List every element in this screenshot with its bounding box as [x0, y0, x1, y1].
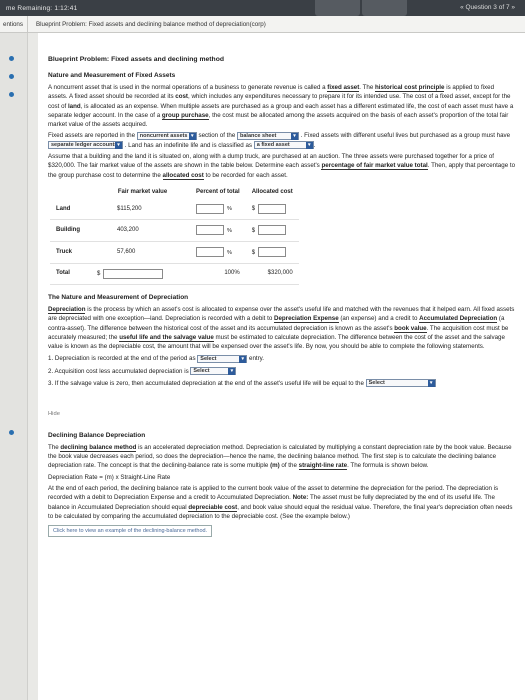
noncurrent-select[interactable]: noncurrent assets ▾: [136, 131, 197, 140]
hide-link[interactable]: Hide: [48, 410, 515, 419]
depreciation-section: The Nature and Measurement of Depreciati…: [48, 293, 515, 388]
table-row: Truck 57,600 % $: [50, 241, 299, 264]
sidebar-dot-icon[interactable]: [9, 430, 14, 435]
sub-bar: entions Blueprint Problem: Fixed assets …: [0, 16, 525, 33]
chevron-down-icon: ▾: [305, 142, 313, 150]
question-1: 1. Depreciation is recorded at the end o…: [48, 354, 265, 363]
q2-select[interactable]: Select ▾: [190, 367, 237, 376]
paragraph-declining: The declining balance method is an accel…: [48, 443, 512, 471]
section-heading-depreciation: The Nature and Measurement of Depreciati…: [48, 294, 189, 302]
land-allocated-input[interactable]: [258, 203, 287, 214]
total-fmv-input[interactable]: [103, 268, 164, 279]
timer: me Remaining: 1:12:41: [6, 4, 78, 12]
question-2: 2. Acquisition cost less accumulated dep…: [48, 367, 515, 376]
section-heading-declining: Declining Balance Depreciation: [48, 432, 146, 440]
separate-ledger-select[interactable]: separate ledger accounts ▾: [48, 141, 123, 150]
chevron-down-icon: ▾: [115, 142, 122, 150]
building-percent-input[interactable]: [196, 225, 224, 236]
col-fmv: Fair market value: [117, 188, 168, 195]
example-link[interactable]: Click here to view an example of the dec…: [48, 525, 213, 538]
chevron-down-icon: ▾: [291, 132, 298, 140]
chevron-down-icon: ▾: [239, 355, 247, 363]
section-heading-fixed-assets: Nature and Measurement of Fixed Assets: [48, 72, 176, 80]
paragraph-depreciation: Depreciation is the process by which an …: [48, 305, 515, 351]
top-tabs: [315, 0, 409, 16]
col-percent: Percent of total: [196, 188, 240, 195]
balance-sheet-select[interactable]: balance sheet ▾: [237, 131, 299, 140]
sidebar-dot-icon[interactable]: [9, 92, 14, 97]
top-tab-2[interactable]: [362, 0, 407, 16]
truck-allocated-input[interactable]: [258, 247, 287, 258]
page-title: Blueprint Problem: Fixed assets and decl…: [48, 56, 224, 63]
question-3: 3. If the salvage value is zero, then ac…: [48, 379, 515, 388]
chevron-down-icon: ▾: [188, 132, 196, 140]
land-percent-input[interactable]: [196, 203, 224, 214]
top-tab-1[interactable]: [315, 0, 360, 16]
chevron-down-icon: ▾: [228, 368, 236, 376]
sidebar-dot-icon[interactable]: [9, 74, 14, 79]
breadcrumb: Blueprint Problem: Fixed assets and decl…: [36, 20, 266, 28]
q1-select[interactable]: Select ▾: [197, 354, 248, 363]
sidebar: [0, 33, 28, 700]
paragraph-declining-2: At the end of each period, the declining…: [48, 484, 513, 520]
chevron-down-icon: ▾: [427, 380, 435, 388]
building-allocated-input[interactable]: [258, 225, 287, 236]
top-bar: me Remaining: 1:12:41 « Question 3 of 7 …: [0, 0, 525, 16]
land-classification-select[interactable]: a fixed asset ▾: [253, 141, 314, 150]
paragraph-fixed-assets: A noncurrent asset that is used in the n…: [48, 83, 514, 129]
q3-select[interactable]: Select ▾: [365, 379, 436, 388]
table-row: Total $ 100% $320,000: [50, 263, 299, 286]
paragraph-group-purchase: Assume that a building and the land it i…: [48, 153, 516, 180]
allocation-table: Fair market value Percent of total Alloc…: [50, 186, 299, 286]
formula: Depreciation Rate = (m) x Straight-Line …: [48, 473, 171, 481]
truck-percent-input[interactable]: [196, 247, 224, 258]
col-allocated: Allocated cost: [251, 188, 293, 195]
paragraph-reporting: Fixed assets are reported in the noncurr…: [48, 131, 511, 150]
table-row: Building 403,200 % $: [50, 219, 299, 243]
sub-bar-left[interactable]: entions: [0, 16, 28, 32]
problem-content: Blueprint Problem: Fixed assets and decl…: [38, 33, 525, 700]
table-row: Land $115,200 % $: [50, 198, 299, 221]
question-nav[interactable]: « Question 3 of 7 »: [460, 4, 515, 11]
sidebar-dot-icon[interactable]: [9, 56, 14, 61]
